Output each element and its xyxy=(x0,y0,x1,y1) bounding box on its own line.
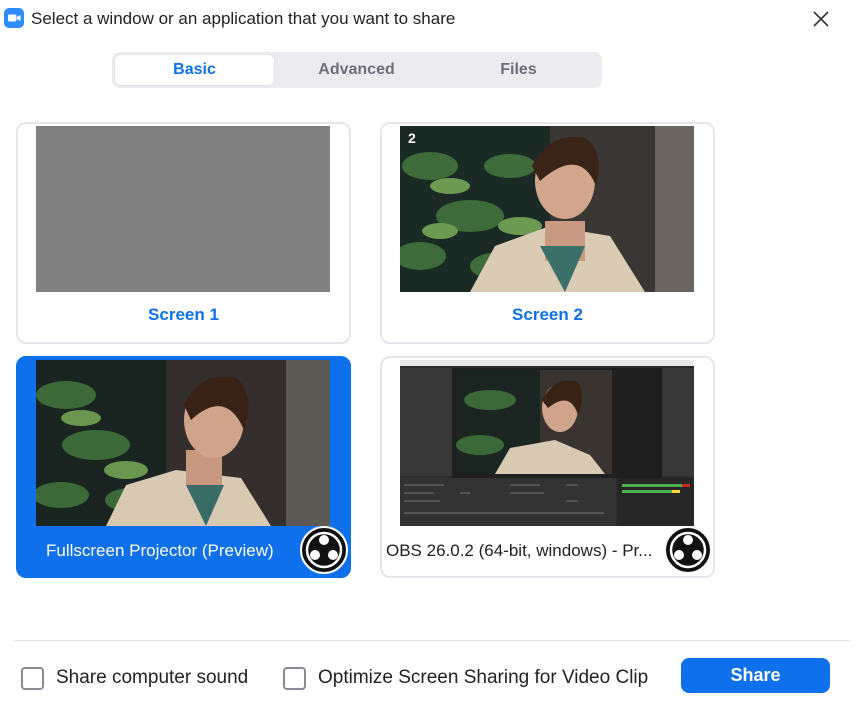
optimize-video-checkbox[interactable] xyxy=(283,666,306,690)
optimize-video-option[interactable]: Optimize Screen Sharing for Video Clip xyxy=(283,666,648,690)
screen-1-thumbnail xyxy=(36,126,330,292)
share-source-screen-1[interactable]: Screen 1 xyxy=(16,122,351,344)
window-title: Select a window or an application that y… xyxy=(31,9,456,28)
share-tabs: Basic Advanced Files xyxy=(112,52,602,88)
share-button[interactable]: Share xyxy=(681,658,830,693)
tab-files[interactable]: Files xyxy=(439,55,598,85)
tab-basic[interactable]: Basic xyxy=(115,55,274,85)
projector-thumbnail xyxy=(36,360,330,526)
title-bar: Select a window or an application that y… xyxy=(0,0,863,38)
obs-icon xyxy=(300,526,348,574)
source-label: OBS 26.0.2 (64-bit, windows) - Pr... xyxy=(386,541,653,560)
close-icon xyxy=(813,11,829,27)
tab-advanced[interactable]: Advanced xyxy=(277,55,436,85)
obs-icon xyxy=(664,526,712,574)
source-label: Screen 1 xyxy=(148,305,219,324)
optimize-video-label: Optimize Screen Sharing for Video Clip xyxy=(318,667,649,688)
share-sound-option[interactable]: Share computer sound xyxy=(21,666,248,690)
share-sound-checkbox[interactable] xyxy=(21,666,44,690)
share-source-obs-window[interactable]: OBS 26.0.2 (64-bit, windows) - Pr... xyxy=(380,356,715,578)
share-source-screen-2[interactable]: 2 Screen 2 xyxy=(380,122,715,344)
screen-number-badge: 2 xyxy=(408,130,416,146)
footer-divider xyxy=(14,640,850,641)
share-sound-label: Share computer sound xyxy=(56,667,249,688)
source-label: Screen 2 xyxy=(512,305,583,324)
share-source-fullscreen-projector[interactable]: Fullscreen Projector (Preview) xyxy=(16,356,351,578)
obs-window-thumbnail xyxy=(400,360,694,526)
close-button[interactable] xyxy=(808,6,834,32)
screen-2-thumbnail: 2 xyxy=(400,126,694,292)
zoom-camera-icon xyxy=(4,8,24,28)
